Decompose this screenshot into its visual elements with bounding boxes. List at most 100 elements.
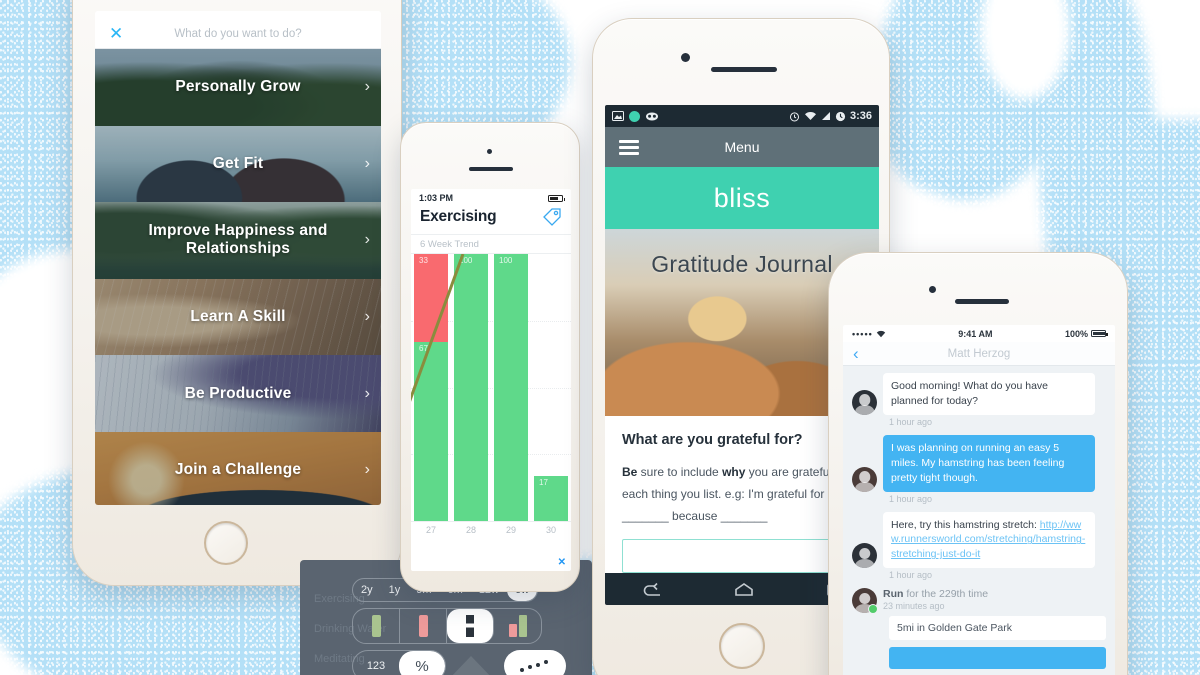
activity-note[interactable]: 5mi in Golden Gate Park — [889, 616, 1106, 641]
wifi-icon — [804, 112, 816, 120]
phone4-screen: ••••• 9:41 AM 100% ‹ Matt Herzog Good mo… — [843, 325, 1115, 675]
category-label: Get Fit — [212, 154, 264, 172]
journal-heading: What are you grateful for? — [622, 432, 803, 448]
bar-segment-completed: 100 — [454, 254, 488, 521]
category-row[interactable]: Be Productive › — [95, 355, 381, 432]
activity-action-bar[interactable] — [889, 647, 1106, 670]
chevron-right-icon: › — [364, 154, 370, 172]
value-mode-number[interactable]: 123 — [353, 651, 399, 675]
wifi-icon — [876, 330, 885, 337]
back-arrow-icon[interactable] — [638, 582, 664, 599]
bar-column: 100 — [491, 254, 531, 521]
chevron-right-icon: › — [364, 231, 370, 249]
ios-status-bar: ••••• 9:41 AM 100% — [843, 325, 1115, 342]
message-text: I was planning on running an easy 5 mile… — [891, 441, 1065, 484]
category-label: Join a Challenge — [174, 461, 302, 479]
chart-type-selector[interactable] — [352, 608, 542, 644]
battery-percent: 100% — [1064, 328, 1088, 339]
status-time: 3:36 — [849, 110, 872, 122]
brand-name: bliss — [713, 182, 771, 213]
bar-chart: 33 67 100 100 17 — [411, 253, 571, 521]
ios-status-bar — [95, 11, 381, 19]
red-bar-icon — [418, 615, 428, 637]
activity-timestamp: 23 minutes ago — [883, 601, 945, 612]
message-timestamp: 1 hour ago — [889, 493, 933, 504]
phone2-screen: 1:03 PM Exercising 6 Week Trend 33 67 100 1… — [411, 189, 571, 571]
category-row[interactable]: Learn A Skill › — [95, 278, 381, 356]
clock-icon — [835, 111, 846, 121]
x-tick-label: 29 — [505, 525, 516, 535]
message-bubble[interactable]: Good morning! What do you have planned f… — [883, 373, 1095, 415]
category-label: Learn A Skill — [190, 307, 286, 325]
robot-icon — [646, 112, 658, 121]
home-icon[interactable] — [731, 582, 757, 599]
value-mode-percent[interactable]: % — [399, 651, 445, 675]
tag-icon[interactable] — [542, 207, 562, 227]
journal-lead: Be — [622, 465, 638, 479]
image-icon — [612, 111, 624, 121]
chevron-right-icon: › — [364, 78, 370, 96]
bar-segment-completed: 67 — [414, 342, 448, 521]
battery-icon — [1090, 330, 1108, 337]
x-tick-label: 30 — [545, 525, 556, 535]
mixed-bar-icon — [508, 615, 527, 637]
app-bar-title: Menu — [724, 139, 760, 155]
message-bubble[interactable]: Here, try this hamstring stretch: http:/… — [883, 511, 1095, 569]
category-row[interactable]: Get Fit › — [95, 125, 381, 203]
signal-dots-icon: ••••• — [852, 328, 873, 339]
share-up-icon[interactable] — [448, 656, 494, 675]
journal-body: Be sure to include why you are grateful … — [622, 461, 862, 528]
range-option-2y[interactable]: 2y — [353, 579, 381, 601]
bar-segment-completed: 100 — [494, 254, 528, 521]
trend-dots-icon — [520, 660, 548, 672]
front-camera — [681, 53, 690, 62]
journal-input[interactable] — [622, 538, 862, 573]
chart-type-red-bar[interactable] — [400, 609, 447, 643]
stacked-bar-icon — [466, 615, 474, 637]
chat-message: I was planning on running an easy 5 mile… — [852, 434, 1106, 492]
category-row[interactable]: Improve Happiness and Relationships › — [95, 202, 381, 279]
prompt-text: What do you want to do? — [174, 27, 302, 40]
journal-bold2: why — [722, 465, 746, 479]
trend-button[interactable] — [504, 650, 566, 675]
chart-type-green-bar[interactable] — [353, 609, 400, 643]
chat-phone: ••••• 9:41 AM 100% ‹ Matt Herzog Good mo… — [828, 252, 1128, 675]
home-button[interactable] — [719, 623, 765, 669]
x-tick-label: 27 — [425, 525, 436, 535]
category-row[interactable]: Join a Challenge › — [95, 431, 381, 505]
bar-value-label: 100 — [499, 256, 513, 265]
chart-type-mixed-bar[interactable] — [494, 609, 541, 643]
value-mode-selector[interactable]: 123 % — [352, 650, 446, 675]
journal-rest1: sure to include — [637, 465, 723, 479]
bar-value-label: 33 — [419, 256, 428, 266]
bar-series: 33 67 100 100 17 — [411, 254, 571, 521]
activity-title-rest: for the 229th time — [903, 588, 989, 601]
bar-column: 100 — [451, 254, 491, 521]
male-avatar — [852, 543, 877, 569]
front-camera — [929, 286, 936, 293]
number-123-icon: 123 — [366, 660, 386, 672]
chart-header: Exercising — [411, 205, 571, 234]
brand-banner: bliss — [605, 167, 879, 229]
message-timestamp: 1 hour ago — [889, 416, 933, 427]
x-tick-label: 28 — [465, 525, 476, 535]
trend-chart-phone: 1:03 PM Exercising 6 Week Trend 33 67 100 1… — [400, 122, 580, 592]
percent-icon: % — [415, 657, 429, 675]
close-x-icon[interactable]: ✕ — [558, 557, 566, 568]
chart-type-stacked-bar[interactable] — [447, 609, 494, 643]
chat-thread: Good morning! What do you have planned f… — [843, 366, 1115, 670]
chat-message: Here, try this hamstring stretch: http:/… — [852, 511, 1106, 569]
message-bubble[interactable]: I was planning on running an easy 5 mile… — [883, 434, 1095, 492]
chevron-right-icon: › — [364, 384, 370, 402]
home-button[interactable] — [204, 521, 248, 565]
category-row[interactable]: Personally Grow › — [95, 49, 381, 126]
category-list: Personally Grow › Get Fit › Improve Happines… — [95, 49, 381, 505]
message-timestamp: 1 hour ago — [889, 570, 933, 581]
green-bar-icon — [371, 615, 381, 637]
chat-navbar: ‹ Matt Herzog — [843, 342, 1115, 366]
bar-column: 17 — [531, 254, 571, 521]
goal-picker-phone: ✕ What do you want to do? Personally Gro… — [72, 0, 402, 586]
page-title: Exercising — [420, 208, 497, 225]
battery-icon — [548, 194, 565, 202]
earpiece-speaker — [711, 67, 777, 72]
